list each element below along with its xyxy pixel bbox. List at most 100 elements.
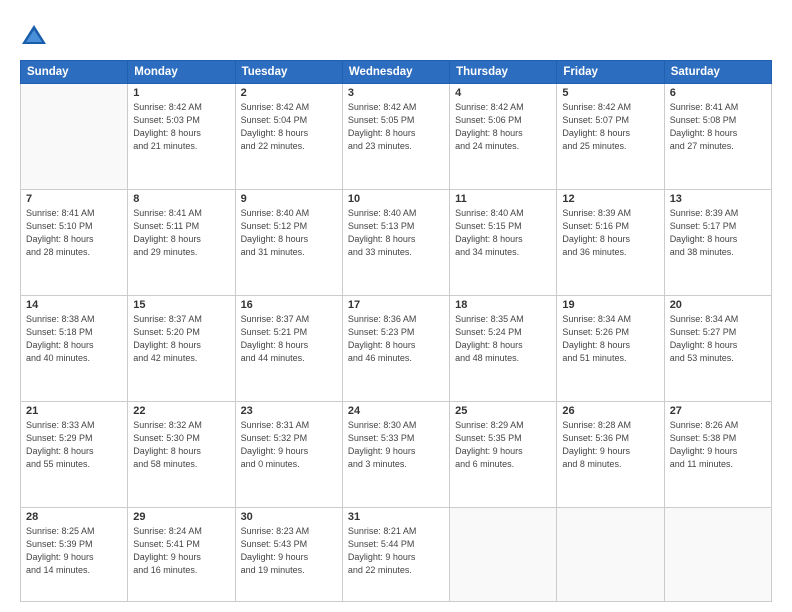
day-number: 7 — [26, 193, 122, 205]
calendar-cell: 15Sunrise: 8:37 AM Sunset: 5:20 PM Dayli… — [128, 295, 235, 401]
day-number: 6 — [670, 87, 766, 99]
logo-icon — [20, 22, 48, 50]
calendar-cell: 6 Sunrise: 8:41 AM Sunset: 5:08 PM Daylig… — [664, 84, 771, 190]
calendar-cell: 22 Sunrise: 8:32 AM Sunset: 5:30 PM Dayli… — [128, 401, 235, 507]
calendar-cell — [557, 507, 664, 602]
day-info: Sunrise: 8:40 AM Sunset: 5:13 PM Dayligh… — [348, 207, 444, 259]
header-cell-tuesday: Tuesday — [235, 61, 342, 84]
calendar-cell: 27Sunrise: 8:26 AM Sunset: 5:38 PM Dayli… — [664, 401, 771, 507]
day-number: 26 — [562, 405, 658, 417]
day-info: Sunrise: 8:41 AM Sunset: 5:11 PM Dayligh… — [133, 207, 229, 259]
day-number: 11 — [455, 193, 551, 205]
calendar-cell — [664, 507, 771, 602]
day-info: Sunrise: 8:36 AM Sunset: 5:23 PM Dayligh… — [348, 313, 444, 365]
day-number: 28 — [26, 511, 122, 523]
day-number: 20 — [670, 299, 766, 311]
week-row-3: 21 Sunrise: 8:33 AM Sunset: 5:29 PM Dayli… — [21, 401, 772, 507]
calendar-cell: 9 Sunrise: 8:40 AM Sunset: 5:12 PM Daylig… — [235, 189, 342, 295]
calendar-cell — [450, 507, 557, 602]
day-number: 9 — [241, 193, 337, 205]
calendar-cell: 17 Sunrise: 8:36 AM Sunset: 5:23 PM Dayli… — [342, 295, 449, 401]
day-number: 1 — [133, 87, 229, 99]
week-row-2: 14 Sunrise: 8:38 AM Sunset: 5:18 PM Dayli… — [21, 295, 772, 401]
header-cell-thursday: Thursday — [450, 61, 557, 84]
day-number: 3 — [348, 87, 444, 99]
day-info: Sunrise: 8:34 AM Sunset: 5:26 PM Dayligh… — [562, 313, 658, 365]
calendar-cell: 5 Sunrise: 8:42 AM Sunset: 5:07 PM Daylig… — [557, 84, 664, 190]
day-number: 5 — [562, 87, 658, 99]
calendar-cell: 4Sunrise: 8:42 AM Sunset: 5:06 PM Daylig… — [450, 84, 557, 190]
day-info: Sunrise: 8:21 AM Sunset: 5:44 PM Dayligh… — [348, 525, 444, 577]
calendar-cell: 25 Sunrise: 8:29 AM Sunset: 5:35 PM Dayli… — [450, 401, 557, 507]
day-info: Sunrise: 8:42 AM Sunset: 5:04 PM Dayligh… — [241, 101, 337, 153]
day-number: 22 — [133, 405, 229, 417]
day-info: Sunrise: 8:35 AM Sunset: 5:24 PM Dayligh… — [455, 313, 551, 365]
calendar-cell: 7Sunrise: 8:41 AM Sunset: 5:10 PM Daylig… — [21, 189, 128, 295]
day-info: Sunrise: 8:24 AM Sunset: 5:41 PM Dayligh… — [133, 525, 229, 577]
day-number: 8 — [133, 193, 229, 205]
calendar-body: 1 Sunrise: 8:42 AM Sunset: 5:03 PM Daylig… — [21, 84, 772, 602]
calendar-cell: 10 Sunrise: 8:40 AM Sunset: 5:13 PM Dayli… — [342, 189, 449, 295]
calendar-cell: 28 Sunrise: 8:25 AM Sunset: 5:39 PM Dayli… — [21, 507, 128, 602]
calendar-header: SundayMondayTuesdayWednesdayThursdayFrid… — [21, 61, 772, 84]
day-info: Sunrise: 8:29 AM Sunset: 5:35 PM Dayligh… — [455, 419, 551, 471]
day-info: Sunrise: 8:23 AM Sunset: 5:43 PM Dayligh… — [241, 525, 337, 577]
day-number: 18 — [455, 299, 551, 311]
day-number: 12 — [562, 193, 658, 205]
day-info: Sunrise: 8:34 AM Sunset: 5:27 PM Dayligh… — [670, 313, 766, 365]
day-info: Sunrise: 8:25 AM Sunset: 5:39 PM Dayligh… — [26, 525, 122, 577]
calendar-cell: 20 Sunrise: 8:34 AM Sunset: 5:27 PM Dayli… — [664, 295, 771, 401]
calendar-cell: 26Sunrise: 8:28 AM Sunset: 5:36 PM Dayli… — [557, 401, 664, 507]
day-info: Sunrise: 8:33 AM Sunset: 5:29 PM Dayligh… — [26, 419, 122, 471]
week-row-1: 7Sunrise: 8:41 AM Sunset: 5:10 PM Daylig… — [21, 189, 772, 295]
day-number: 24 — [348, 405, 444, 417]
calendar-cell: 16 Sunrise: 8:37 AM Sunset: 5:21 PM Dayli… — [235, 295, 342, 401]
day-info: Sunrise: 8:42 AM Sunset: 5:05 PM Dayligh… — [348, 101, 444, 153]
day-number: 17 — [348, 299, 444, 311]
day-info: Sunrise: 8:40 AM Sunset: 5:15 PM Dayligh… — [455, 207, 551, 259]
calendar-cell — [21, 84, 128, 190]
day-number: 31 — [348, 511, 444, 523]
day-info: Sunrise: 8:31 AM Sunset: 5:32 PM Dayligh… — [241, 419, 337, 471]
day-number: 14 — [26, 299, 122, 311]
week-row-0: 1 Sunrise: 8:42 AM Sunset: 5:03 PM Daylig… — [21, 84, 772, 190]
day-info: Sunrise: 8:32 AM Sunset: 5:30 PM Dayligh… — [133, 419, 229, 471]
calendar-cell: 8 Sunrise: 8:41 AM Sunset: 5:11 PM Daylig… — [128, 189, 235, 295]
day-number: 13 — [670, 193, 766, 205]
calendar-cell: 1 Sunrise: 8:42 AM Sunset: 5:03 PM Daylig… — [128, 84, 235, 190]
day-info: Sunrise: 8:26 AM Sunset: 5:38 PM Dayligh… — [670, 419, 766, 471]
calendar-cell: 31 Sunrise: 8:21 AM Sunset: 5:44 PM Dayli… — [342, 507, 449, 602]
header-cell-sunday: Sunday — [21, 61, 128, 84]
day-info: Sunrise: 8:42 AM Sunset: 5:07 PM Dayligh… — [562, 101, 658, 153]
calendar-cell: 2Sunrise: 8:42 AM Sunset: 5:04 PM Daylig… — [235, 84, 342, 190]
day-info: Sunrise: 8:39 AM Sunset: 5:17 PM Dayligh… — [670, 207, 766, 259]
header — [20, 18, 772, 50]
calendar-cell: 19 Sunrise: 8:34 AM Sunset: 5:26 PM Dayli… — [557, 295, 664, 401]
day-number: 30 — [241, 511, 337, 523]
calendar-cell: 18 Sunrise: 8:35 AM Sunset: 5:24 PM Dayli… — [450, 295, 557, 401]
day-info: Sunrise: 8:42 AM Sunset: 5:03 PM Dayligh… — [133, 101, 229, 153]
day-info: Sunrise: 8:37 AM Sunset: 5:20 PM Dayligh… — [133, 313, 229, 365]
day-info: Sunrise: 8:37 AM Sunset: 5:21 PM Dayligh… — [241, 313, 337, 365]
day-number: 25 — [455, 405, 551, 417]
day-info: Sunrise: 8:38 AM Sunset: 5:18 PM Dayligh… — [26, 313, 122, 365]
day-info: Sunrise: 8:41 AM Sunset: 5:08 PM Dayligh… — [670, 101, 766, 153]
header-row: SundayMondayTuesdayWednesdayThursdayFrid… — [21, 61, 772, 84]
day-number: 29 — [133, 511, 229, 523]
day-number: 19 — [562, 299, 658, 311]
calendar-cell: 3 Sunrise: 8:42 AM Sunset: 5:05 PM Daylig… — [342, 84, 449, 190]
calendar-cell: 24Sunrise: 8:30 AM Sunset: 5:33 PM Dayli… — [342, 401, 449, 507]
week-row-4: 28 Sunrise: 8:25 AM Sunset: 5:39 PM Dayli… — [21, 507, 772, 602]
day-number: 16 — [241, 299, 337, 311]
calendar-cell: 30 Sunrise: 8:23 AM Sunset: 5:43 PM Dayli… — [235, 507, 342, 602]
day-info: Sunrise: 8:40 AM Sunset: 5:12 PM Dayligh… — [241, 207, 337, 259]
day-number: 10 — [348, 193, 444, 205]
day-info: Sunrise: 8:42 AM Sunset: 5:06 PM Dayligh… — [455, 101, 551, 153]
page: SundayMondayTuesdayWednesdayThursdayFrid… — [0, 0, 792, 612]
calendar-table: SundayMondayTuesdayWednesdayThursdayFrid… — [20, 60, 772, 602]
calendar-cell: 13 Sunrise: 8:39 AM Sunset: 5:17 PM Dayli… — [664, 189, 771, 295]
day-number: 21 — [26, 405, 122, 417]
header-cell-wednesday: Wednesday — [342, 61, 449, 84]
header-cell-monday: Monday — [128, 61, 235, 84]
header-cell-saturday: Saturday — [664, 61, 771, 84]
